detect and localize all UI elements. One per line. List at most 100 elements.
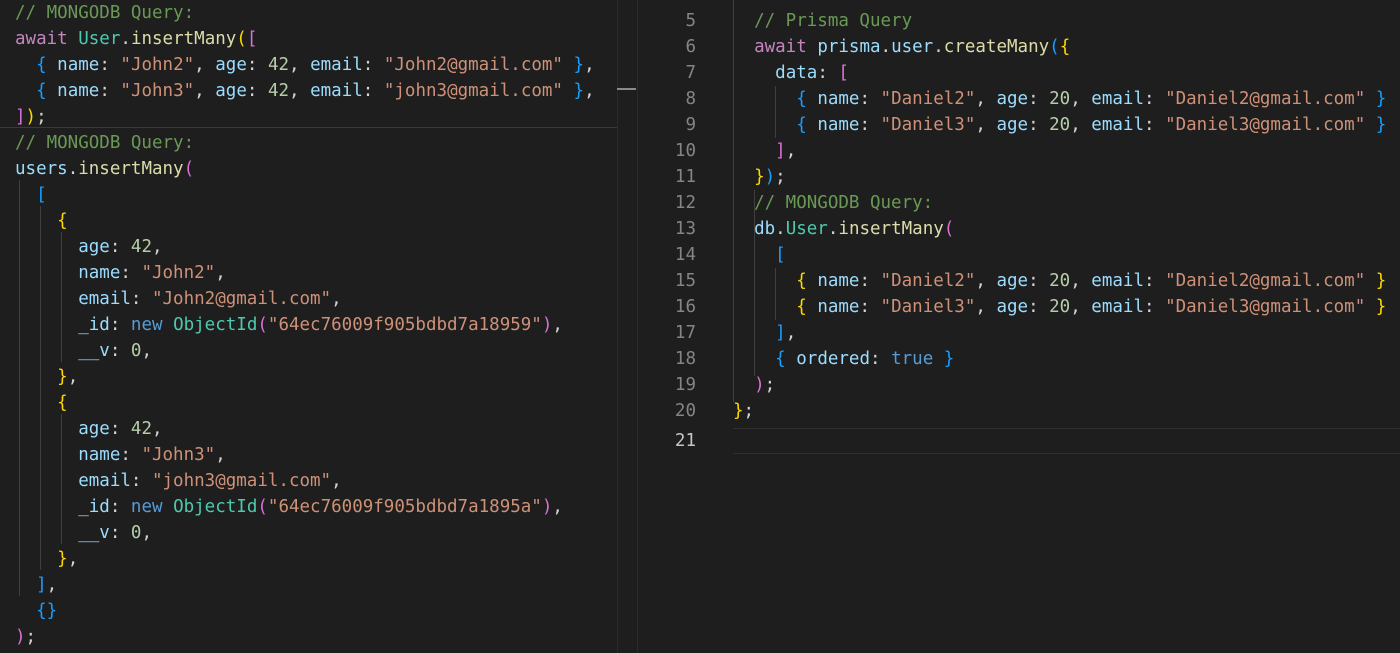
code-line: _id: new ObjectId("64ec76009f905bdbd7a18… bbox=[78, 315, 563, 335]
line-number: 10 bbox=[674, 141, 696, 161]
new-keyword: new bbox=[130, 497, 163, 517]
code-line: name: "John3", bbox=[78, 445, 226, 465]
code-line: data: [ bbox=[775, 63, 849, 83]
string-value: "Daniel2" bbox=[880, 271, 976, 291]
string-value: "john3@gmail.com" bbox=[383, 81, 563, 101]
code-line: await prisma.user.createMany({ bbox=[754, 37, 1071, 57]
code-line: ], bbox=[775, 323, 797, 343]
code-line: age: 42, bbox=[78, 419, 163, 439]
line-number: 15 bbox=[674, 271, 696, 291]
code-line: // MONGODB Query: bbox=[15, 130, 194, 156]
split-handle[interactable] bbox=[617, 88, 636, 90]
string-value: "John2@gmail.com" bbox=[151, 289, 332, 309]
method-name: insertMany bbox=[78, 159, 184, 179]
code-comment: // MONGODB Query: bbox=[15, 133, 195, 153]
line-number-active: 21 bbox=[674, 431, 696, 451]
code-line: __v: 0, bbox=[78, 341, 152, 361]
code-line: { ordered: true } bbox=[775, 349, 955, 369]
right-code-pane[interactable]: 5 6 7 8 9 10 11 12 13 14 15 16 17 18 19 … bbox=[638, 0, 1400, 653]
ordered-key: ordered bbox=[796, 349, 871, 369]
new-keyword: new bbox=[130, 315, 163, 335]
line-number: 8 bbox=[685, 89, 696, 109]
line-number: 19 bbox=[674, 375, 696, 395]
db-object: db bbox=[754, 219, 776, 239]
code-line: }, bbox=[57, 367, 79, 387]
number-value: 20 bbox=[1049, 89, 1071, 109]
class-name: ObjectId bbox=[173, 497, 258, 517]
current-line-highlight bbox=[733, 428, 1400, 454]
code-line: _id: new ObjectId("64ec76009f905bdbd7a18… bbox=[78, 497, 563, 517]
code-line: }, bbox=[57, 549, 79, 569]
string-value: "Daniel3" bbox=[880, 115, 976, 135]
string-value: "64ec76009f905bdbd7a1895a" bbox=[267, 497, 542, 517]
code-line: { bbox=[57, 393, 68, 413]
number-value: 42 bbox=[267, 81, 290, 101]
code-line: users.insertMany( bbox=[15, 159, 195, 179]
code-line: db.User.insertMany( bbox=[754, 219, 955, 239]
code-line: await User.insertMany([ bbox=[15, 29, 258, 49]
editor-window: // MONGODB Query: await User.insertMany(… bbox=[0, 0, 1400, 653]
code-line: { name: "John3", age: 42, email: "john3@… bbox=[36, 81, 595, 101]
model-property: user bbox=[891, 37, 934, 57]
line-number: 14 bbox=[674, 245, 696, 265]
code-comment: // Prisma Query bbox=[754, 11, 913, 31]
code-line: // Prisma Query bbox=[733, 8, 912, 34]
code-comment: // MONGODB Query: bbox=[754, 193, 934, 213]
string-value: "Daniel3@gmail.com" bbox=[1165, 297, 1366, 317]
code-line: { name: "Daniel3", age: 20, email: "Dani… bbox=[796, 115, 1387, 135]
string-value: "John3" bbox=[120, 81, 195, 101]
code-line: }); bbox=[754, 167, 786, 187]
number-value: 20 bbox=[1049, 115, 1071, 135]
string-value: "John3" bbox=[141, 445, 216, 465]
number-value: 42 bbox=[130, 419, 152, 439]
code-line: age: 42, bbox=[78, 237, 163, 257]
method-name: createMany bbox=[943, 37, 1050, 57]
string-value: "Daniel2" bbox=[880, 89, 976, 109]
empty-object: {} bbox=[36, 601, 58, 621]
line-number: 7 bbox=[685, 63, 696, 83]
line-number: 16 bbox=[674, 297, 696, 317]
number-value: 20 bbox=[1049, 271, 1071, 291]
pane-separator bbox=[617, 0, 618, 653]
string-value: "John2" bbox=[120, 55, 195, 75]
await-keyword: await bbox=[754, 37, 807, 57]
string-value: "Daniel3@gmail.com" bbox=[1165, 115, 1366, 135]
code-line: { name: "John2", age: 42, email: "John2@… bbox=[36, 55, 595, 75]
line-number: 20 bbox=[674, 401, 696, 421]
number-value: 20 bbox=[1049, 297, 1071, 317]
line-number: 18 bbox=[674, 349, 696, 369]
line-number: 5 bbox=[685, 11, 696, 31]
code-line: email: "john3@gmail.com", bbox=[78, 471, 342, 491]
code-comment: // MONGODB Query: bbox=[15, 3, 195, 23]
string-value: "John2@gmail.com" bbox=[383, 55, 563, 75]
string-value: "Daniel2@gmail.com" bbox=[1165, 271, 1366, 291]
line-number: 9 bbox=[685, 115, 696, 135]
code-line: name: "John2", bbox=[78, 263, 226, 283]
collection-name: users bbox=[15, 159, 68, 179]
string-value: "64ec76009f905bdbd7a18959" bbox=[267, 315, 542, 335]
code-line: // MONGODB Query: bbox=[15, 0, 194, 26]
code-line: [ bbox=[36, 185, 47, 205]
number-value: 42 bbox=[130, 237, 152, 257]
line-number: 11 bbox=[674, 167, 696, 187]
code-line: }; bbox=[733, 401, 755, 421]
code-line: ], bbox=[775, 141, 797, 161]
string-value: "Daniel2@gmail.com" bbox=[1165, 89, 1366, 109]
code-line: {} bbox=[15, 598, 57, 624]
await-keyword: await bbox=[15, 29, 68, 49]
prisma-client: prisma bbox=[817, 37, 881, 57]
code-line: email: "John2@gmail.com", bbox=[78, 289, 342, 309]
method-name: insertMany bbox=[130, 29, 237, 49]
code-line: [ bbox=[775, 245, 786, 265]
code-line: { name: "Daniel2", age: 20, email: "Dani… bbox=[796, 271, 1387, 291]
code-line: __v: 0, bbox=[78, 523, 152, 543]
line-number: 17 bbox=[674, 323, 696, 343]
model-name: User bbox=[785, 219, 828, 239]
code-line: ], bbox=[36, 575, 58, 595]
snippet-separator bbox=[0, 127, 617, 128]
code-line: ); bbox=[754, 375, 776, 395]
line-number: 12 bbox=[674, 193, 696, 213]
data-key: data bbox=[775, 63, 818, 83]
left-code-pane[interactable]: // MONGODB Query: await User.insertMany(… bbox=[0, 0, 617, 653]
model-name: User bbox=[78, 29, 121, 49]
